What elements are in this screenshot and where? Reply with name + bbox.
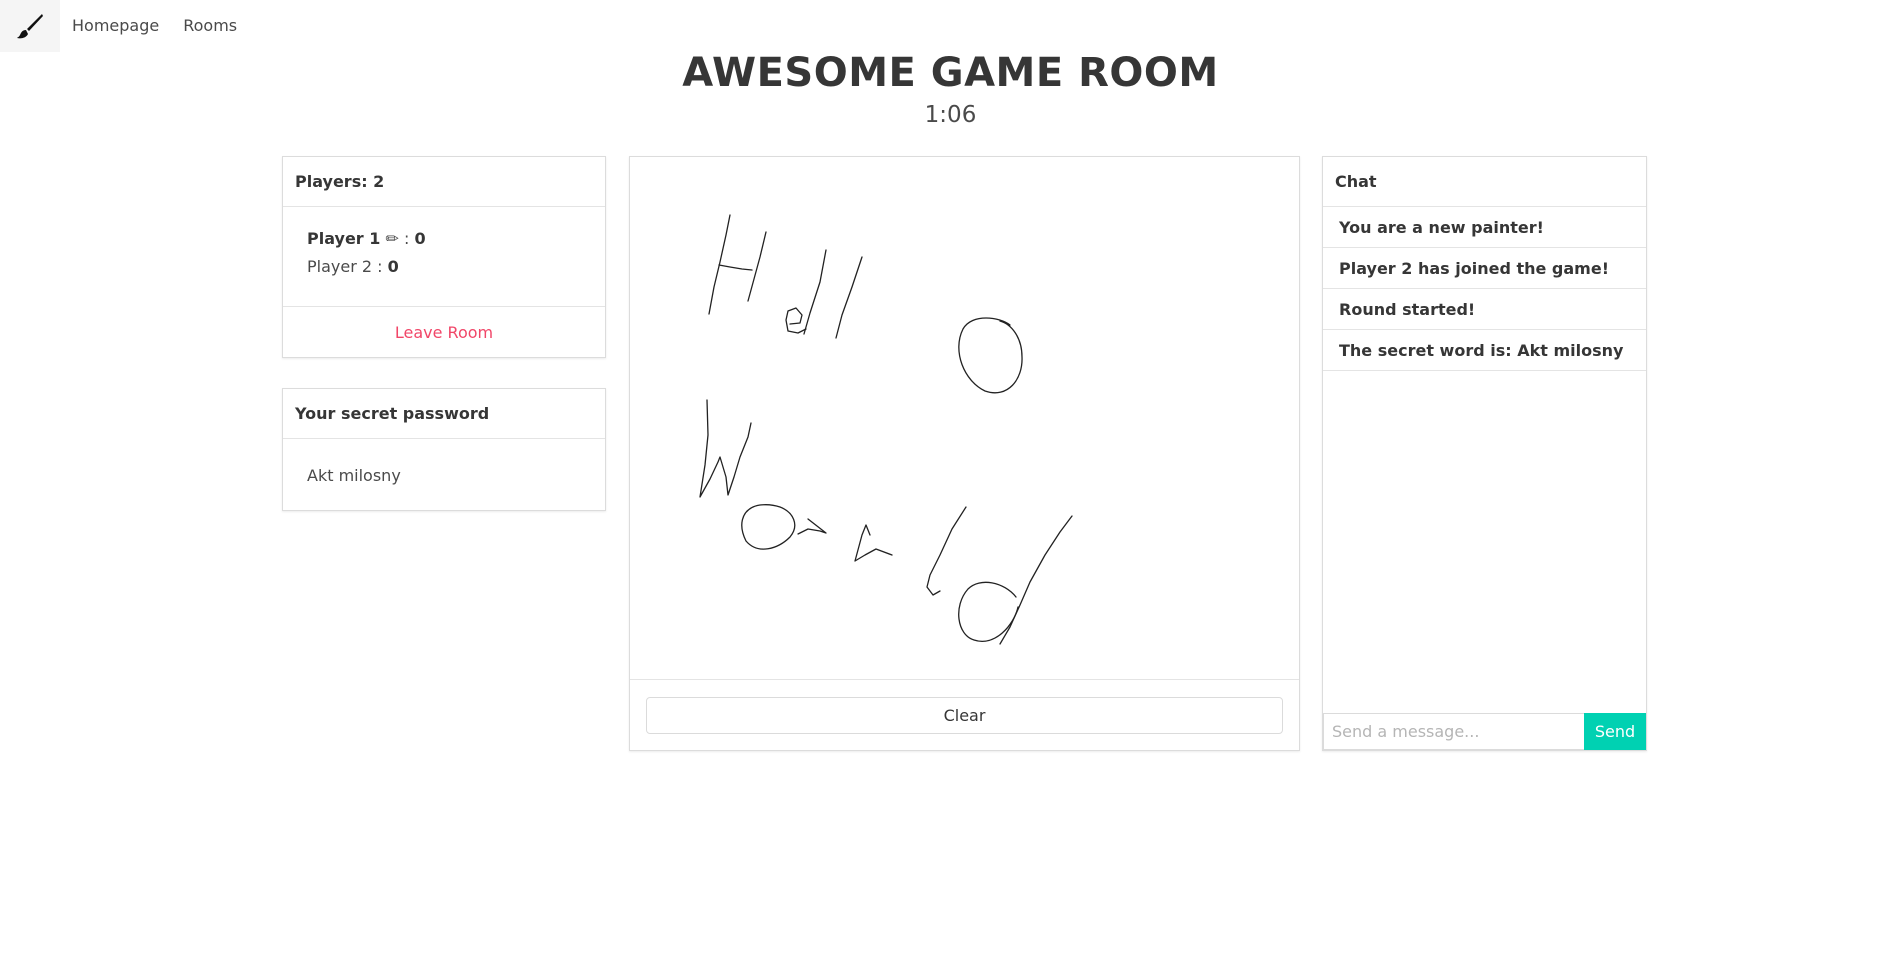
pencil-icon: ✏ <box>385 229 399 248</box>
chat-message: Player 2 has joined the game! <box>1323 248 1646 289</box>
chat-message: The secret word is: Akt milosny <box>1323 330 1646 371</box>
paintbrush-icon <box>17 14 43 39</box>
brand-logo[interactable] <box>0 0 60 52</box>
score-separator: : <box>372 257 388 276</box>
score-separator: : <box>398 229 415 248</box>
round-timer: 1:06 <box>924 102 977 128</box>
player-name: Player 2 <box>307 257 373 276</box>
send-button[interactable]: Send <box>1584 713 1646 750</box>
leave-room-button[interactable]: Leave Room <box>283 307 605 357</box>
chat-message: Round started! <box>1323 289 1646 330</box>
players-list: Player 1 ✏ : 0 Player 2 : 0 <box>283 207 605 307</box>
chat-card: Chat You are a new painter! Player 2 has… <box>1322 156 1647 751</box>
chat-input-row: Send <box>1323 713 1646 750</box>
chat-message: You are a new painter! <box>1323 207 1646 248</box>
chat-message-input[interactable] <box>1323 713 1584 750</box>
navbar: Homepage Rooms <box>0 0 1901 52</box>
clear-button[interactable]: Clear <box>646 697 1283 734</box>
players-header: Players: 2 <box>283 157 605 207</box>
secret-word: Akt milosny <box>307 465 401 485</box>
drawing-card: Clear <box>629 156 1300 751</box>
player-row: Player 2 : 0 <box>307 253 581 281</box>
player-score: 0 <box>414 229 426 248</box>
player-name: Player 1 <box>307 229 381 248</box>
player-score: 0 <box>387 257 399 276</box>
players-card: Players: 2 Player 1 ✏ : 0 Player 2 : 0 L… <box>282 156 606 358</box>
player-row: Player 1 ✏ : 0 <box>307 225 581 253</box>
page-title: AWESOME GAME ROOM <box>682 50 1219 96</box>
nav-link-homepage[interactable]: Homepage <box>60 0 171 52</box>
nav-link-rooms[interactable]: Rooms <box>171 0 249 52</box>
drawing-strokes <box>699 214 1073 645</box>
secret-password-header: Your secret password <box>283 389 605 439</box>
chat-header: Chat <box>1323 157 1646 207</box>
secret-password-card: Your secret password Akt milosny <box>282 388 606 511</box>
drawing-canvas[interactable] <box>630 157 1299 680</box>
